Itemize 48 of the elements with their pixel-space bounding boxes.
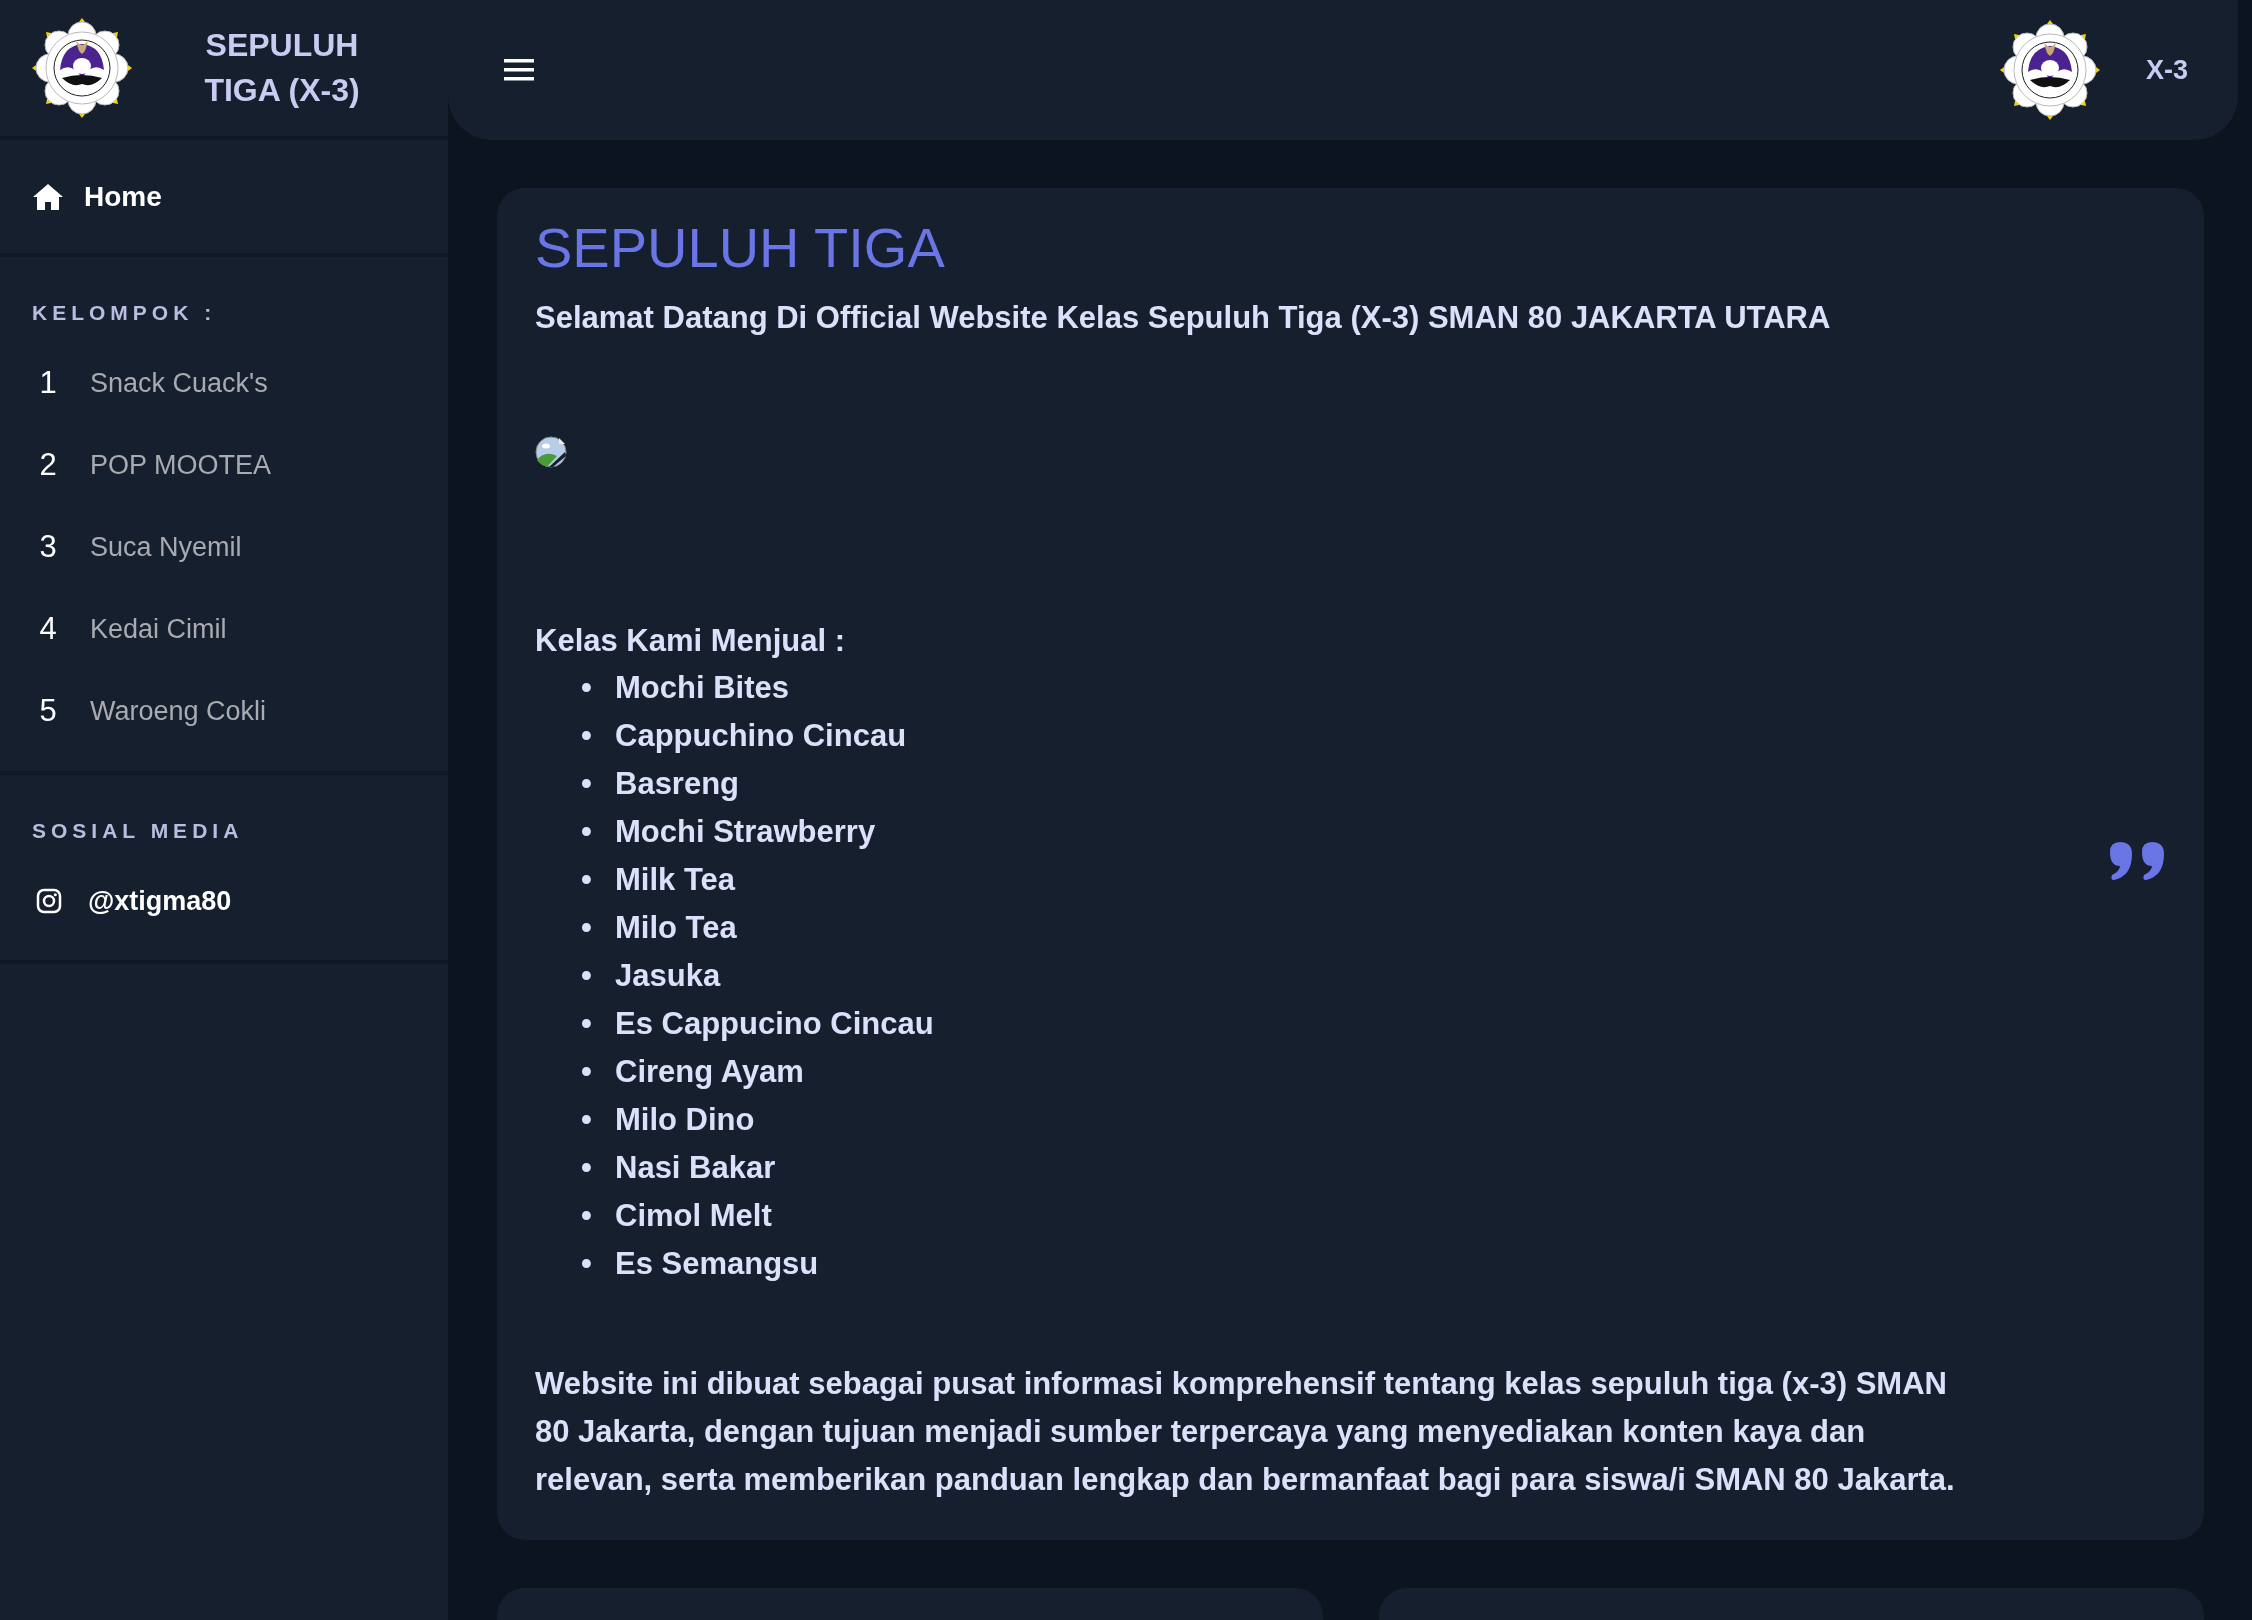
bullet-mark: • — [581, 909, 593, 948]
description-text: Website ini dibuat sebagai pusat informasi komprehensif tentang kelas sepuluh tiga (x-3) SMAN 80 Jakarta, dengan tujuan menjadi sumber terpercaya yang menyediakan konten kaya dan relevan, serta memberikan panduan lengkap dan bermanfaat bagi para siswa/i SMAN 80 Jakarta. — [535, 1365, 1956, 1500]
group-link[interactable]: 5 Waroeng Cokli — [32, 670, 448, 753]
instagram-icon — [36, 888, 62, 914]
product-item: Mochi Bites — [615, 669, 789, 708]
bullet-mark: • — [581, 1101, 593, 1140]
section-heading: KELOMPOK : — [32, 300, 218, 326]
bullet-mark: • — [581, 813, 593, 852]
bullet-mark: • — [581, 765, 593, 804]
product-item: Jasuka — [615, 957, 721, 996]
home-link[interactable]: Home — [32, 175, 162, 218]
product-item: Milo Dino — [615, 1101, 755, 1140]
product-item: Cappuchino Cincau — [615, 717, 907, 756]
product-item: Es Semangsu — [615, 1245, 819, 1284]
group-link[interactable]: 2 POP MOOTEA — [32, 424, 448, 507]
product-item: Milo Tea — [615, 909, 737, 948]
group-link[interactable]: 4 Kedai Cimil — [32, 588, 448, 671]
bullet-mark: • — [581, 1053, 593, 1092]
product-item: Mochi Strawberry — [615, 813, 876, 852]
bullet-mark: • — [581, 717, 593, 756]
instagram-link[interactable]: @xtigma80 — [32, 860, 448, 942]
product-item: Milk Tea — [615, 861, 736, 900]
product-item: Cireng Ayam — [615, 1053, 804, 1092]
bullet-mark: • — [581, 957, 593, 996]
school-logo-icon — [32, 18, 132, 118]
products-heading: Kelas Kami Menjual : — [535, 621, 847, 660]
group-link[interactable]: 3 Suca Nyemil — [32, 506, 448, 589]
bullet-mark: • — [581, 861, 593, 900]
bullet-mark: • — [581, 1149, 593, 1188]
bullet-mark: • — [581, 669, 593, 708]
section-heading: SOSIAL MEDIA — [32, 817, 245, 844]
bullet-mark: • — [581, 1245, 593, 1284]
product-item: Cimol Melt — [615, 1197, 772, 1236]
bullet-mark: • — [581, 1197, 593, 1236]
school-logo-icon — [1999, 20, 2100, 120]
product-item: Es Cappucino Cincau — [615, 1005, 934, 1044]
product-item: Nasi Bakar — [615, 1149, 776, 1188]
broken-image-icon — [535, 435, 567, 468]
user-label[interactable]: X-3 — [2145, 49, 2188, 91]
product-item: Basreng — [615, 765, 740, 804]
page-title: SEPULUH TIGA — [535, 215, 946, 281]
bullet-mark: • — [581, 1005, 593, 1044]
brand-title: SEPULUH TIGA (X-3) — [203, 26, 361, 110]
quote-icon — [2108, 840, 2166, 882]
welcome-text: Selamat Datang Di Official Website Kelas Sepuluh Tiga (X-3) SMAN 80 JAKARTA UTARA — [535, 299, 1832, 338]
home-icon — [32, 182, 64, 211]
group-link[interactable]: 1 Snack Cuack's — [32, 342, 448, 425]
menu-icon — [504, 58, 534, 83]
